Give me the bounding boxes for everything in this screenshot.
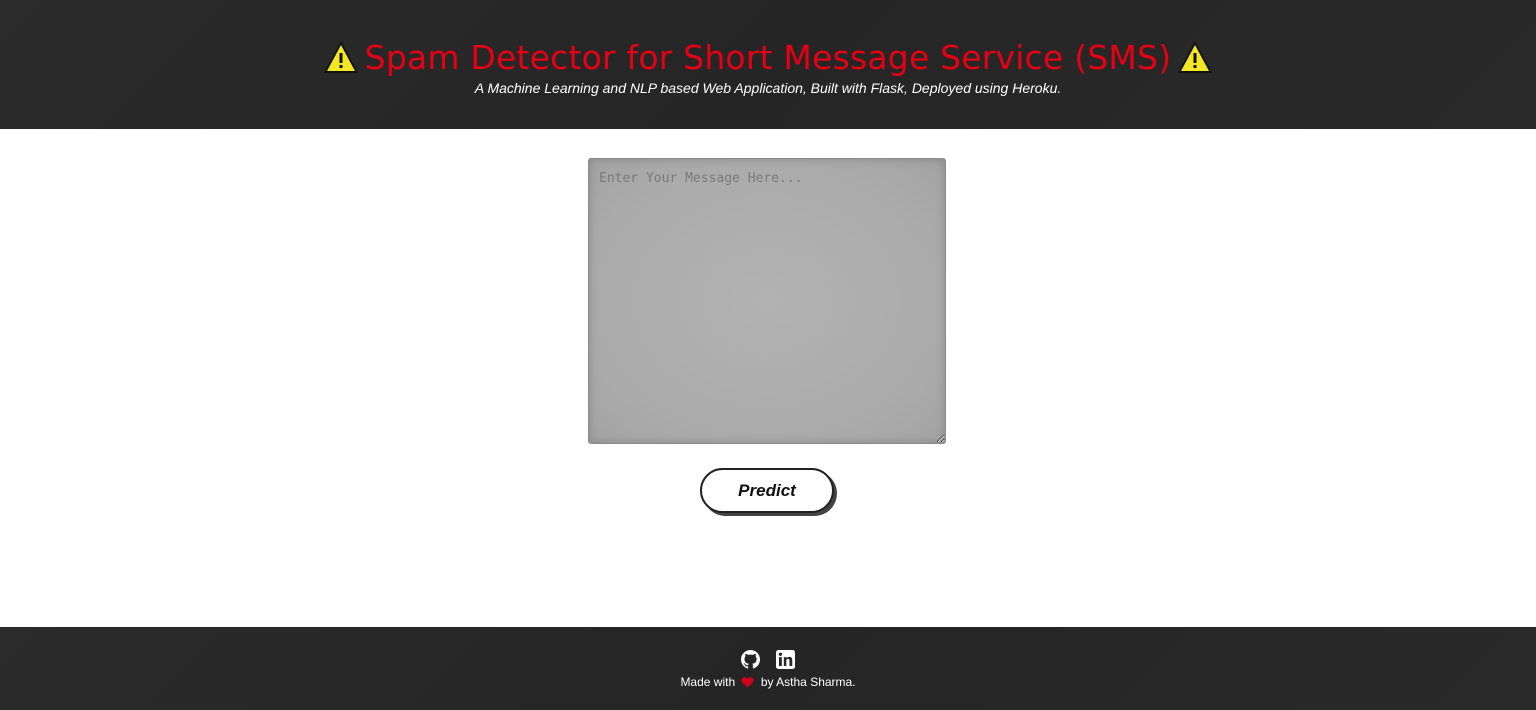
- header: Spam Detector for Short Message Service …: [0, 0, 1536, 129]
- credit-prefix: Made with: [680, 675, 736, 689]
- page-subtitle: A Machine Learning and NLP based Web App…: [474, 80, 1062, 96]
- credit-line: Made with by Astha Sharma.: [0, 675, 1536, 689]
- title-row: Spam Detector for Short Message Service …: [0, 34, 1536, 80]
- social-links: [0, 650, 1536, 669]
- footer: Made with by Astha Sharma.: [0, 627, 1536, 710]
- page-title: Spam Detector for Short Message Service …: [364, 37, 1172, 77]
- warning-icon: [1177, 39, 1213, 75]
- credit-suffix: by Astha Sharma.: [760, 675, 856, 689]
- warning-icon: [323, 39, 359, 75]
- linkedin-icon[interactable]: [776, 650, 795, 669]
- github-icon[interactable]: [741, 650, 760, 669]
- predict-button[interactable]: Predict: [700, 468, 834, 513]
- message-input[interactable]: [588, 158, 946, 444]
- heart-icon: [741, 676, 755, 688]
